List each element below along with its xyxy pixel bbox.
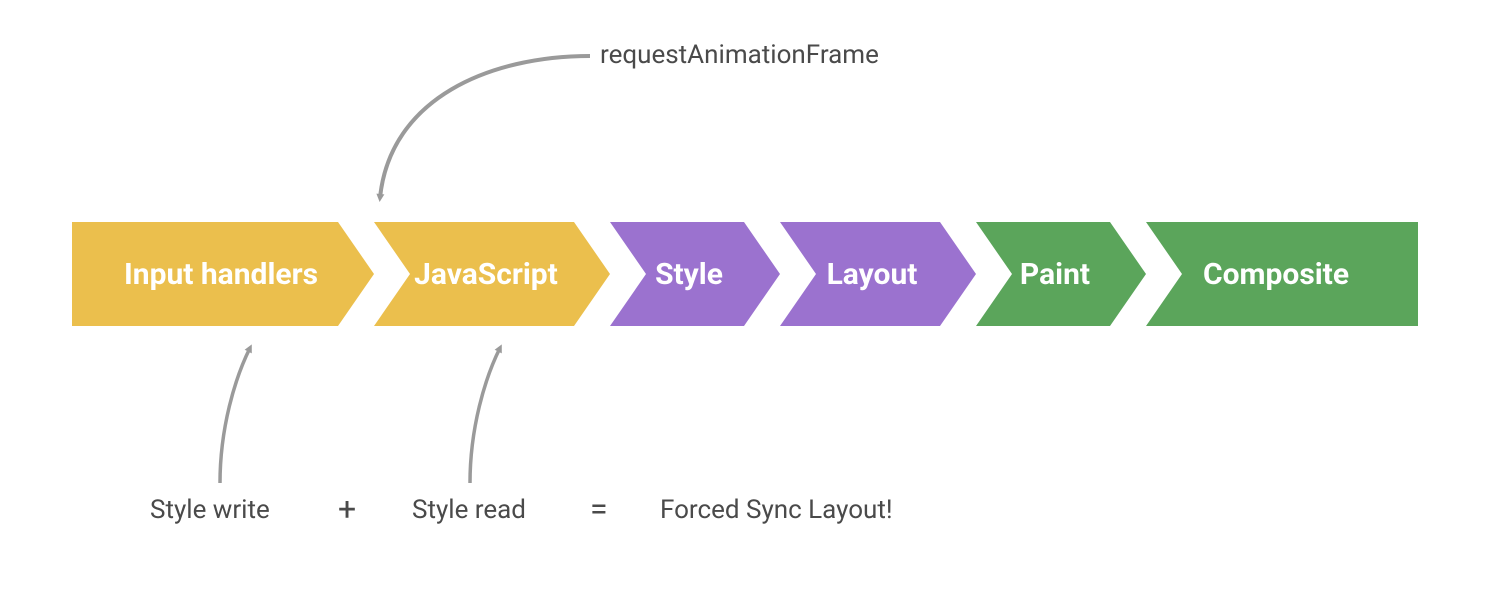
stage-label: Style bbox=[655, 257, 723, 292]
pipeline-stage-input-handlers: Input handlers bbox=[72, 222, 374, 326]
style-read-label: Style read bbox=[412, 495, 526, 525]
pipeline-stage-paint: Paint bbox=[976, 222, 1146, 326]
stage-label: Composite bbox=[1203, 257, 1349, 292]
plus-operator: + bbox=[338, 490, 356, 528]
style-read-arrow-icon bbox=[450, 338, 570, 488]
stage-label: Input handlers bbox=[124, 257, 318, 292]
stage-label: Paint bbox=[1020, 257, 1090, 292]
pipeline-stage-javascript: JavaScript bbox=[374, 222, 610, 326]
pipeline-stage-composite: Composite bbox=[1146, 222, 1418, 326]
pipeline-diagram: requestAnimationFrame Input handlers Jav… bbox=[0, 0, 1496, 605]
pipeline-stage-layout: Layout bbox=[780, 222, 976, 326]
top-annotation-label: requestAnimationFrame bbox=[600, 40, 879, 70]
style-write-arrow-icon bbox=[200, 338, 320, 488]
style-write-label: Style write bbox=[150, 495, 270, 525]
forced-sync-layout-label: Forced Sync Layout! bbox=[660, 495, 893, 525]
stage-label: Layout bbox=[827, 257, 918, 292]
raf-arrow-icon bbox=[350, 48, 610, 213]
equals-operator: = bbox=[590, 490, 608, 528]
stage-label: JavaScript bbox=[414, 257, 558, 292]
pipeline-stage-style: Style bbox=[610, 222, 780, 326]
